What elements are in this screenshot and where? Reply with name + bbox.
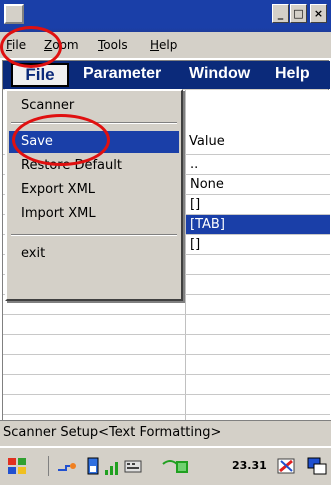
start-icon[interactable] [6, 456, 28, 476]
taskbar-divider [48, 456, 49, 476]
menu-item-save[interactable]: Save [9, 131, 179, 153]
outer-menu-file[interactable]: File [6, 38, 26, 52]
inner-menu-window[interactable]: Window [189, 65, 250, 83]
menu-item-scanner[interactable]: Scanner [9, 95, 179, 117]
inner-menu-help[interactable]: Help [275, 65, 310, 83]
grid-row[interactable]: [] [186, 235, 330, 254]
minimize-button[interactable]: _ [272, 4, 289, 23]
tray-app-icon[interactable] [276, 456, 298, 476]
grid-line [3, 334, 330, 335]
menu-separator [11, 122, 177, 124]
inner-menu-bar: File Parameter Window Help [3, 61, 330, 89]
maximize-button[interactable]: □ [290, 4, 307, 23]
close-button[interactable]: × [310, 4, 327, 23]
battery-icon[interactable] [86, 456, 100, 476]
menu-item-export-xml[interactable]: Export XML [9, 179, 179, 201]
outer-menu-help[interactable]: Help [150, 38, 177, 52]
outer-menu-zoom[interactable]: Zoom [44, 38, 79, 52]
title-bar: _ □ × [0, 0, 331, 32]
inner-menu-file[interactable]: File [11, 63, 69, 87]
clock: 23.31 [232, 459, 267, 472]
menu-item-import-xml[interactable]: Import XML [9, 203, 179, 225]
status-bar: Scanner Setup<Text Formatting> [0, 420, 331, 446]
app-window-icon [4, 4, 24, 24]
outer-menu-tools[interactable]: Tools [98, 38, 128, 52]
outer-menu-bar: File Zoom Tools Help [0, 32, 331, 58]
grid-row[interactable]: .. [186, 155, 330, 174]
grid-row[interactable]: [] [186, 195, 330, 214]
file-dropdown-menu: Scanner Save Restore Default Export XML … [5, 89, 183, 301]
copy-icon[interactable] [306, 456, 328, 476]
menu-item-exit[interactable]: exit [9, 243, 179, 265]
grid-row-selected[interactable]: [TAB] [186, 215, 330, 234]
network-icon[interactable] [56, 456, 82, 476]
grid-line [3, 314, 330, 315]
grid-row[interactable]: None [186, 175, 330, 194]
menu-separator [11, 234, 177, 236]
grid-line [3, 374, 330, 375]
grid-line [3, 354, 330, 355]
menu-item-restore-default[interactable]: Restore Default [9, 155, 179, 177]
value-column-header: Value [189, 134, 225, 149]
grid-line [3, 394, 330, 395]
keyboard-icon[interactable] [124, 456, 142, 476]
taskbar: 23.31 [0, 446, 331, 485]
device-screen: _ □ × File Zoom Tools Help File Paramete… [0, 0, 331, 485]
grid-line [3, 414, 330, 415]
wifi-icon[interactable] [160, 456, 190, 476]
signal-icon[interactable] [104, 456, 122, 476]
inner-menu-parameter[interactable]: Parameter [83, 65, 161, 83]
